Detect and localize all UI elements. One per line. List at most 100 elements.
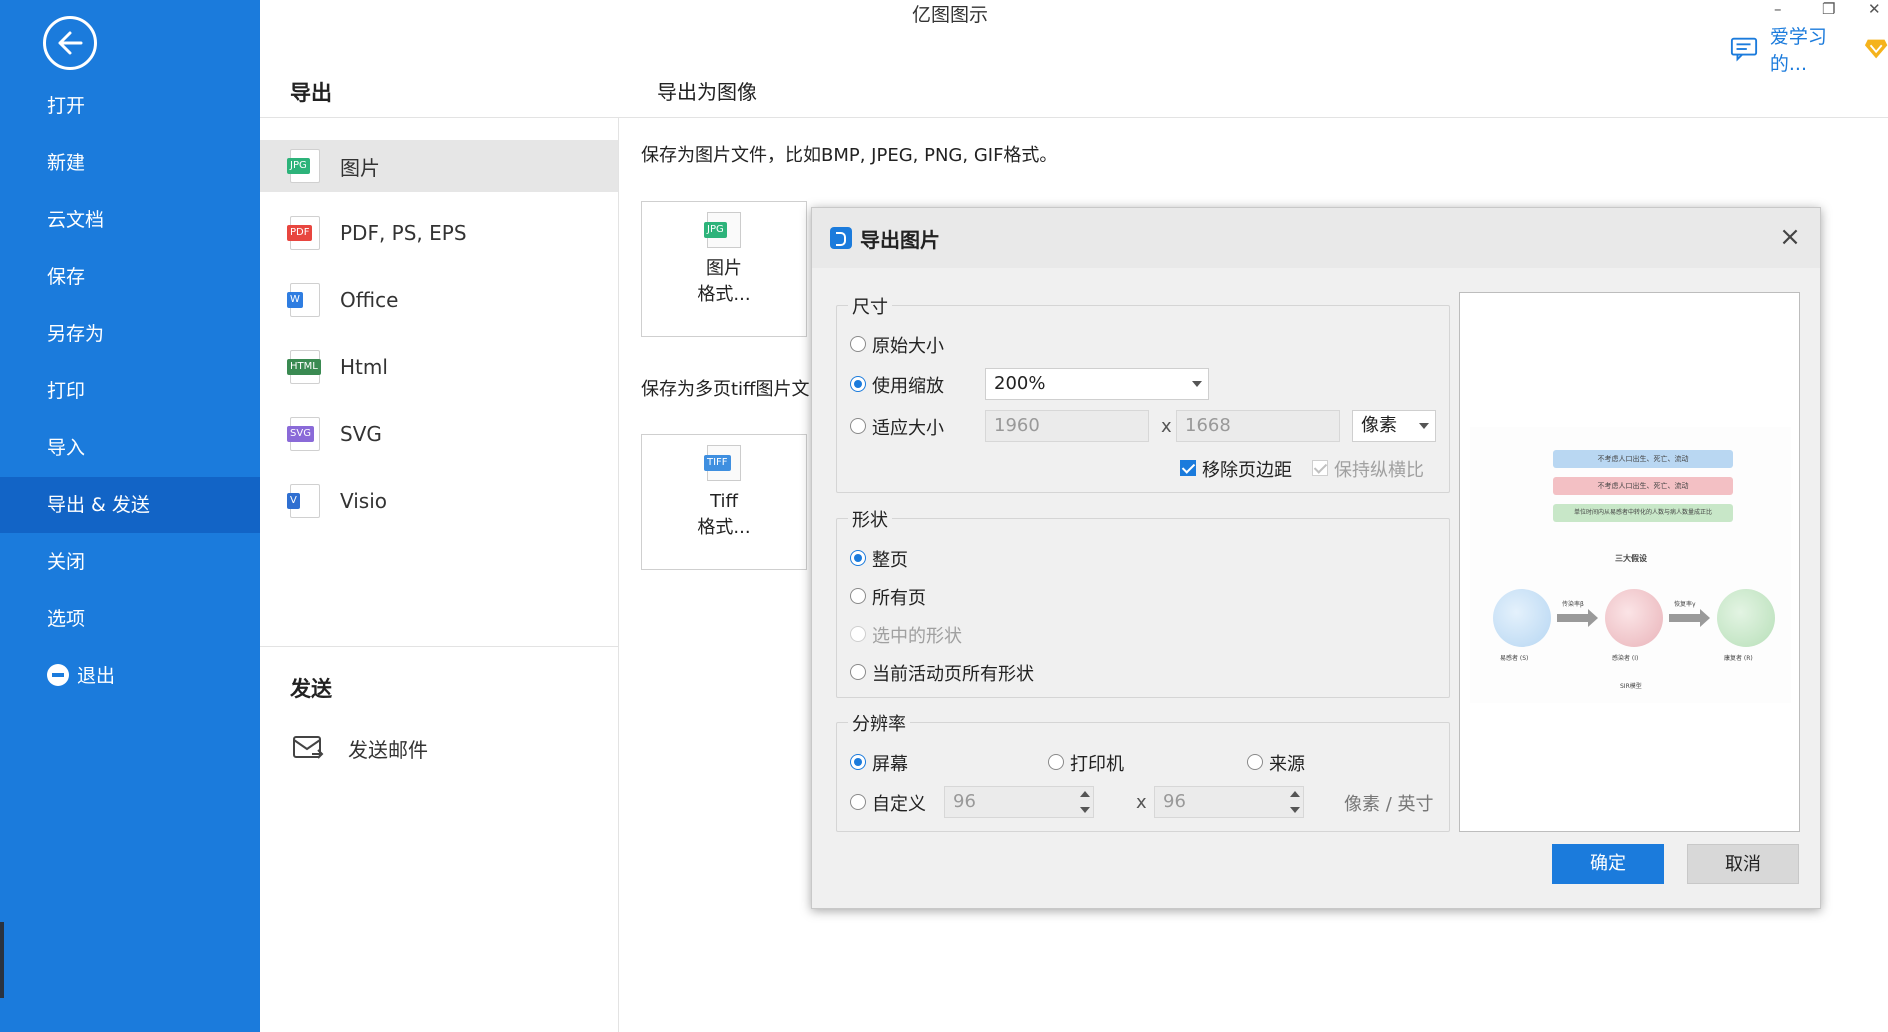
whole-page-radio[interactable] xyxy=(850,550,866,566)
screen-label: 屏幕 xyxy=(872,754,908,775)
resolution-legend: 分辨率 xyxy=(848,710,910,736)
remove-margin-checkbox[interactable] xyxy=(1180,460,1196,476)
format-image[interactable]: JPG 图片 xyxy=(260,140,618,192)
preview-label-s: 易感者 (S) xyxy=(1500,655,1529,662)
fit-size-radio[interactable] xyxy=(850,418,866,434)
header-divider xyxy=(260,117,1888,118)
format-pdf[interactable]: PDF PDF, PS, EPS xyxy=(260,207,618,259)
current-page-shapes-label: 当前活动页所有形状 xyxy=(872,664,1034,685)
all-pages-radio[interactable] xyxy=(850,588,866,604)
image-format-card[interactable]: JPG 图片 格式... xyxy=(641,201,807,337)
preview-footer: SIR模型 xyxy=(1620,683,1642,690)
source-radio[interactable] xyxy=(1247,754,1263,770)
tiff-card-line1: Tiff xyxy=(710,491,738,512)
export-image-heading: 导出为图像 xyxy=(657,80,757,104)
sidebar-item-options[interactable]: 选项 xyxy=(0,591,260,647)
printer-radio[interactable] xyxy=(1048,754,1064,770)
preview-bar-2: 不考虑人口出生、死亡、流动 xyxy=(1553,477,1733,495)
keep-ratio-label: 保持纵横比 xyxy=(1334,460,1424,481)
sidebar-item-open[interactable]: 打开 xyxy=(0,78,260,134)
sidebar-item-save[interactable]: 保存 xyxy=(0,249,260,305)
arrow-left-icon xyxy=(58,31,83,55)
use-scale-radio[interactable] xyxy=(850,376,866,392)
sidebar-item-print[interactable]: 打印 xyxy=(0,363,260,419)
selected-shapes-radio[interactable] xyxy=(850,626,866,642)
format-visio[interactable]: V Visio xyxy=(260,475,618,527)
selected-shapes-label: 选中的形状 xyxy=(872,626,962,647)
screen-radio[interactable] xyxy=(850,754,866,770)
keep-ratio-checkbox[interactable] xyxy=(1312,460,1328,476)
edge-handle xyxy=(0,922,4,998)
user-name[interactable]: 爱学习的... xyxy=(1770,22,1858,76)
format-html[interactable]: HTML Html xyxy=(260,341,618,393)
chevron-down-icon xyxy=(1419,423,1429,429)
dialog-title: 导出图片 xyxy=(860,228,940,252)
dialog-close-button[interactable]: × xyxy=(1775,222,1805,252)
restore-button[interactable]: ❐ xyxy=(1822,0,1835,18)
vip-diamond-icon[interactable] xyxy=(1864,37,1888,61)
use-scale-label: 使用缩放 xyxy=(872,376,944,397)
unit-select[interactable]: 像素 xyxy=(1352,410,1436,442)
sidebar-item-cloud[interactable]: 云文档 xyxy=(0,192,260,248)
user-area[interactable]: 爱学习的... xyxy=(1730,26,1888,75)
format-visio-label: Visio xyxy=(340,489,388,513)
preview-page: 不考虑人口出生、死亡、流动 不考虑人口出生、死亡、流动 单位时间内从易感者中转化… xyxy=(1470,427,1791,703)
tiff-card-line2: 格式... xyxy=(697,517,751,538)
custom-radio[interactable] xyxy=(850,794,866,810)
scale-value: 200% xyxy=(994,373,1046,394)
whole-page-label: 整页 xyxy=(872,550,908,571)
source-label: 来源 xyxy=(1269,754,1305,775)
size-x-label: x xyxy=(1161,416,1172,437)
fit-size-label: 适应大小 xyxy=(872,418,944,439)
jpg-file-icon: JPG xyxy=(287,149,320,183)
dpi-x-label: x xyxy=(1136,792,1147,813)
dpi-x-field[interactable]: 96 xyxy=(944,786,1094,818)
preview-arrow-1 xyxy=(1557,609,1598,627)
close-window-button[interactable]: ✕ xyxy=(1868,0,1881,18)
send-divider xyxy=(260,646,618,647)
back-button[interactable] xyxy=(43,16,97,70)
format-office[interactable]: W Office xyxy=(260,274,618,326)
sidebar-item-new[interactable]: 新建 xyxy=(0,135,260,191)
minimize-button[interactable]: – xyxy=(1774,0,1782,18)
dialog-header: 导出图片 × xyxy=(812,208,1820,268)
cancel-button[interactable]: 取消 xyxy=(1687,844,1799,884)
send-title: 发送 xyxy=(290,677,332,701)
sidebar-item-close[interactable]: 关闭 xyxy=(0,534,260,590)
jpg-file-icon: JPG xyxy=(704,212,741,248)
height-field[interactable]: 1668 xyxy=(1176,410,1340,442)
dpi-y-field[interactable]: 96 xyxy=(1154,786,1304,818)
preview-panel: 不考虑人口出生、死亡、流动 不考虑人口出生、死亡、流动 单位时间内从易感者中转化… xyxy=(1459,292,1800,832)
export-title: 导出 xyxy=(290,81,332,105)
shape-legend: 形状 xyxy=(848,506,892,532)
send-mail-label: 发送邮件 xyxy=(348,737,428,762)
printer-label: 打印机 xyxy=(1070,754,1124,775)
sidebar-item-export-send[interactable]: 导出 & 发送 xyxy=(0,477,260,533)
app-title: 亿图图示 xyxy=(911,4,988,26)
spinner-icon[interactable] xyxy=(1080,789,1090,815)
original-size-radio[interactable] xyxy=(850,336,866,352)
width-field[interactable]: 1960 xyxy=(985,410,1149,442)
tiff-format-card[interactable]: TIFF Tiff 格式... xyxy=(641,434,807,570)
sidebar-item-exit[interactable]: 退出 xyxy=(0,648,260,704)
spinner-icon[interactable] xyxy=(1290,789,1300,815)
format-html-label: Html xyxy=(340,355,388,379)
message-icon xyxy=(1730,37,1758,62)
preview-circle-r xyxy=(1717,589,1775,647)
sidebar-item-save-as[interactable]: 另存为 xyxy=(0,306,260,362)
svg-file-icon: SVG xyxy=(287,417,320,451)
send-mail[interactable]: 发送邮件 xyxy=(260,722,618,774)
visio-file-icon: V xyxy=(287,484,320,518)
preview-bar-3: 单位时间内从易感者中转化的人数与病人数量成正比 xyxy=(1553,504,1733,522)
format-svg[interactable]: SVG SVG xyxy=(260,408,618,460)
scale-select[interactable]: 200% xyxy=(985,368,1209,400)
dpi-x-value: 96 xyxy=(953,791,976,812)
sidebar-item-import[interactable]: 导入 xyxy=(0,420,260,476)
format-pdf-label: PDF, PS, EPS xyxy=(340,221,467,245)
image-card-line2: 格式... xyxy=(697,284,751,305)
unit-value: 像素 xyxy=(1361,415,1397,436)
ok-button[interactable]: 确定 xyxy=(1552,844,1664,884)
preview-label-i: 感染者 (I) xyxy=(1612,655,1639,662)
current-page-shapes-radio[interactable] xyxy=(850,664,866,680)
tiff-file-icon: TIFF xyxy=(704,445,741,481)
